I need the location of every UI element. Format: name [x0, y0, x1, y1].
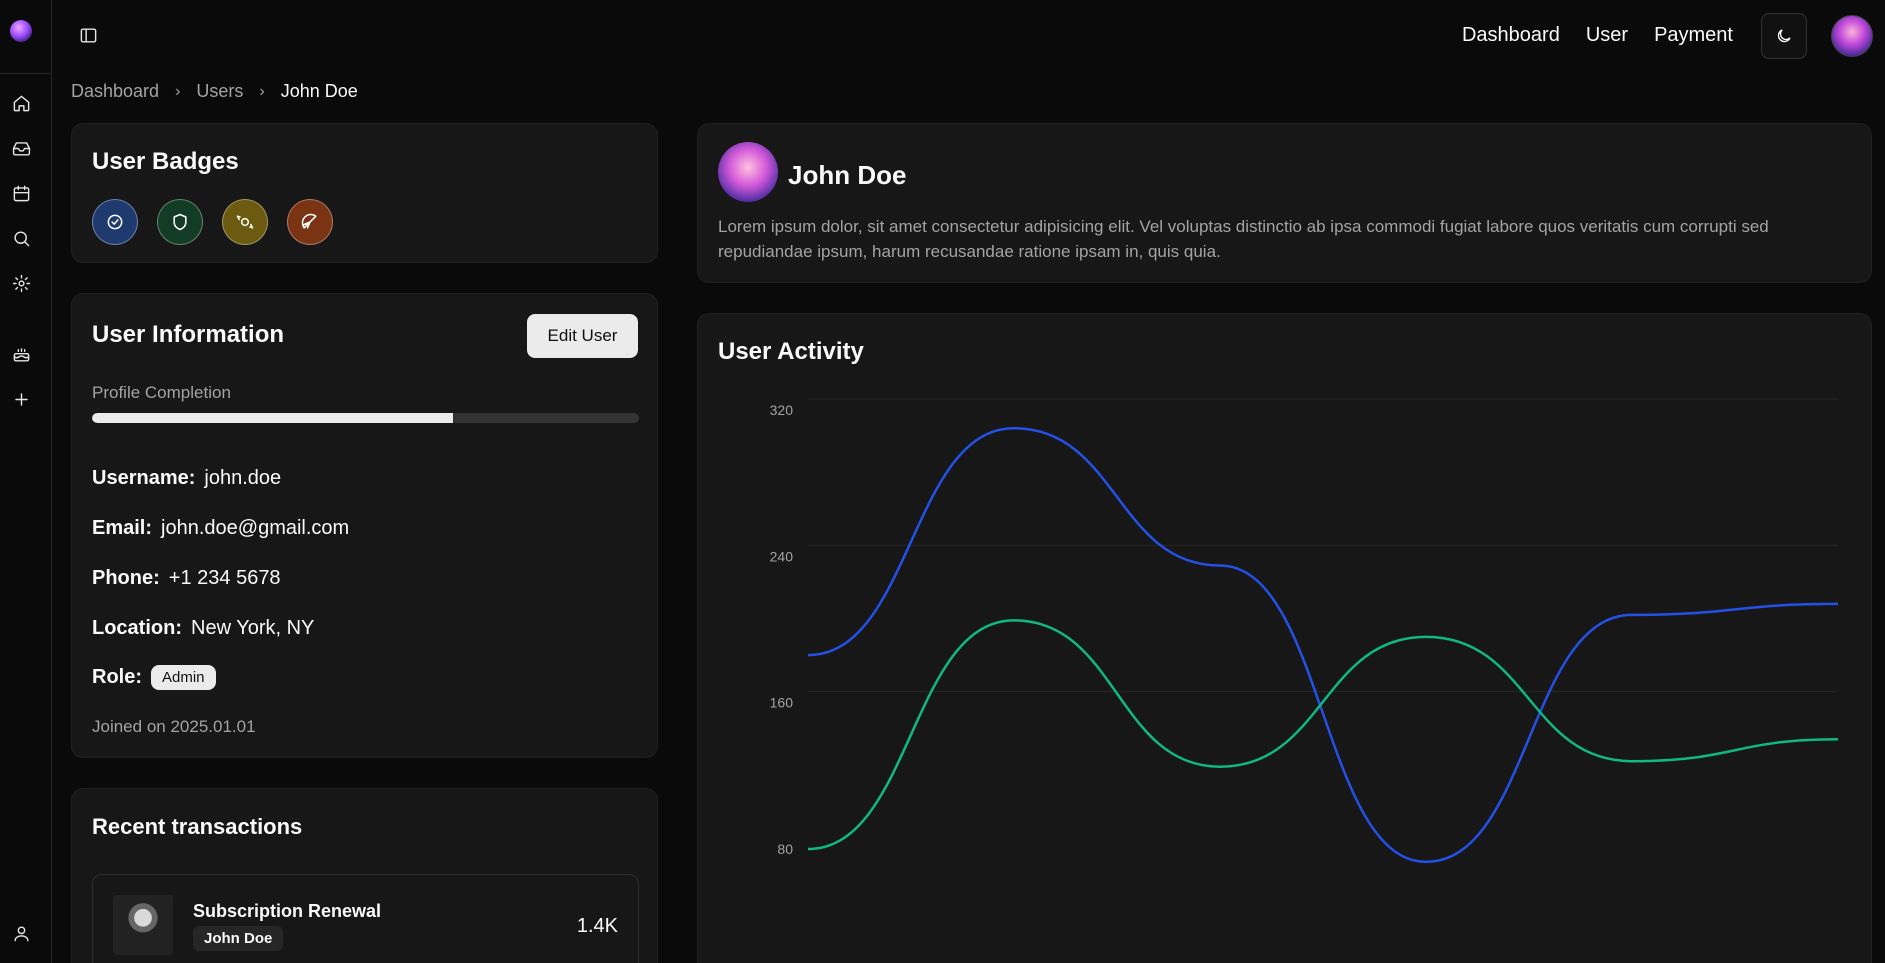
role-row: Role: Admin [92, 665, 216, 690]
citrus-icon[interactable] [287, 199, 333, 245]
location-value: New York, NY [191, 617, 315, 639]
moon-icon [1777, 29, 1791, 43]
plus-icon[interactable] [10, 388, 32, 410]
profile-card: John Doe Lorem ipsum dolor, sit amet con… [697, 123, 1872, 283]
series-line-1 [807, 619, 1839, 851]
transactions-title: Recent transactions [92, 814, 303, 839]
app-root: Dashboard User Payment Dashboard › Users… [0, 0, 1885, 963]
info-title: User Information [92, 321, 285, 348]
email-row: Email: john.doe@gmail.com [92, 517, 349, 540]
phone-row: Phone: +1 234 5678 [92, 567, 281, 590]
location-row: Location: New York, NY [92, 617, 314, 640]
search-icon[interactable] [10, 227, 32, 249]
profile-name: John Doe [788, 160, 907, 190]
profile-avatar [718, 142, 778, 202]
settings-icon[interactable] [10, 272, 32, 294]
phone-value: +1 234 5678 [168, 567, 281, 589]
user-icon[interactable] [10, 922, 32, 944]
sidebar [0, 0, 52, 963]
header-avatar[interactable] [1831, 15, 1873, 57]
role-badge: Admin [151, 665, 216, 690]
calendar-icon[interactable] [10, 182, 32, 204]
joined-date: Joined on 2025.01.01 [92, 717, 256, 736]
email-value: john.doe@gmail.com [161, 517, 350, 539]
edit-user-button[interactable]: Edit User [527, 314, 638, 358]
top-nav: Dashboard User Payment [1462, 24, 1733, 47]
breadcrumb: Dashboard › Users › John Doe [71, 81, 358, 102]
username-label: Username: [92, 467, 196, 489]
phone-label: Phone: [92, 567, 160, 589]
nav-user[interactable]: User [1586, 24, 1628, 47]
top-header: Dashboard User Payment [52, 0, 1885, 73]
nav-dashboard[interactable]: Dashboard [1462, 24, 1560, 47]
profile-bio: Lorem ipsum dolor, sit amet consectetur … [718, 217, 1769, 261]
breadcrumb-users[interactable]: Users [196, 81, 243, 102]
shield-icon[interactable] [157, 199, 203, 245]
y-tick-label: 160 [770, 695, 794, 711]
profile-completion-label: Profile Completion [92, 383, 231, 402]
transaction-amount: 1.4K [576, 915, 618, 937]
y-tick-label: 240 [770, 548, 794, 564]
username-value: john.doe [204, 467, 282, 489]
breadcrumb-dashboard[interactable]: Dashboard [71, 81, 159, 102]
chevron-right-icon: › [259, 82, 265, 100]
sidebar-divider [0, 73, 51, 74]
user-information-card: User Information Edit User Profile Compl… [71, 293, 658, 758]
inbox-icon[interactable] [10, 137, 32, 159]
home-icon[interactable] [10, 92, 32, 114]
transaction-avatar [113, 895, 173, 955]
transaction-user-badge: John Doe [193, 926, 284, 951]
breadcrumb-current: John Doe [280, 81, 358, 101]
user-activity-card: 320 240 160 80 User Activity [697, 313, 1872, 963]
recent-transactions-card: Recent transactions Subscription Renewal… [71, 788, 658, 963]
transaction-item[interactable]: Subscription Renewal John Doe 1.4K [92, 874, 639, 963]
app-logo[interactable] [10, 20, 32, 42]
role-label: Role: [92, 666, 142, 688]
user-badges-card: User Badges [71, 123, 658, 263]
location-label: Location: [92, 617, 182, 639]
badges-title: User Badges [92, 148, 239, 175]
profile-completion-fill [92, 413, 454, 423]
activity-chart: 320 240 160 80 [770, 398, 1839, 864]
y-tick-label: 320 [770, 402, 794, 418]
theme-toggle-button[interactable] [1761, 13, 1807, 59]
chevron-right-icon: › [175, 82, 181, 100]
badge-check-icon[interactable] [92, 199, 138, 245]
y-tick-label: 80 [777, 841, 793, 857]
username-row: Username: john.doe [92, 467, 281, 490]
profile-completion-bar [92, 413, 639, 423]
cake-icon[interactable] [10, 343, 32, 365]
email-label: Email: [92, 517, 153, 539]
transaction-title: Subscription Renewal [193, 901, 382, 921]
candy-icon[interactable] [222, 199, 268, 245]
activity-title: User Activity [718, 338, 864, 365]
nav-payment[interactable]: Payment [1654, 24, 1733, 47]
sidebar-toggle-icon[interactable] [77, 24, 99, 46]
